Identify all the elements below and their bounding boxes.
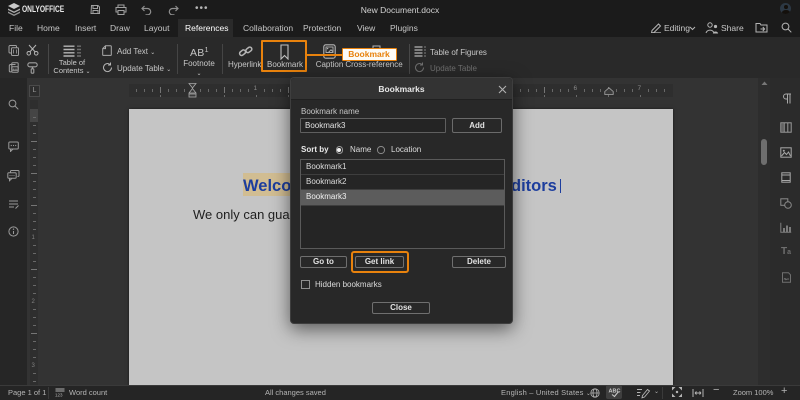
svg-text:123: 123 <box>55 393 63 398</box>
svg-text:ABC: ABC <box>609 388 621 394</box>
